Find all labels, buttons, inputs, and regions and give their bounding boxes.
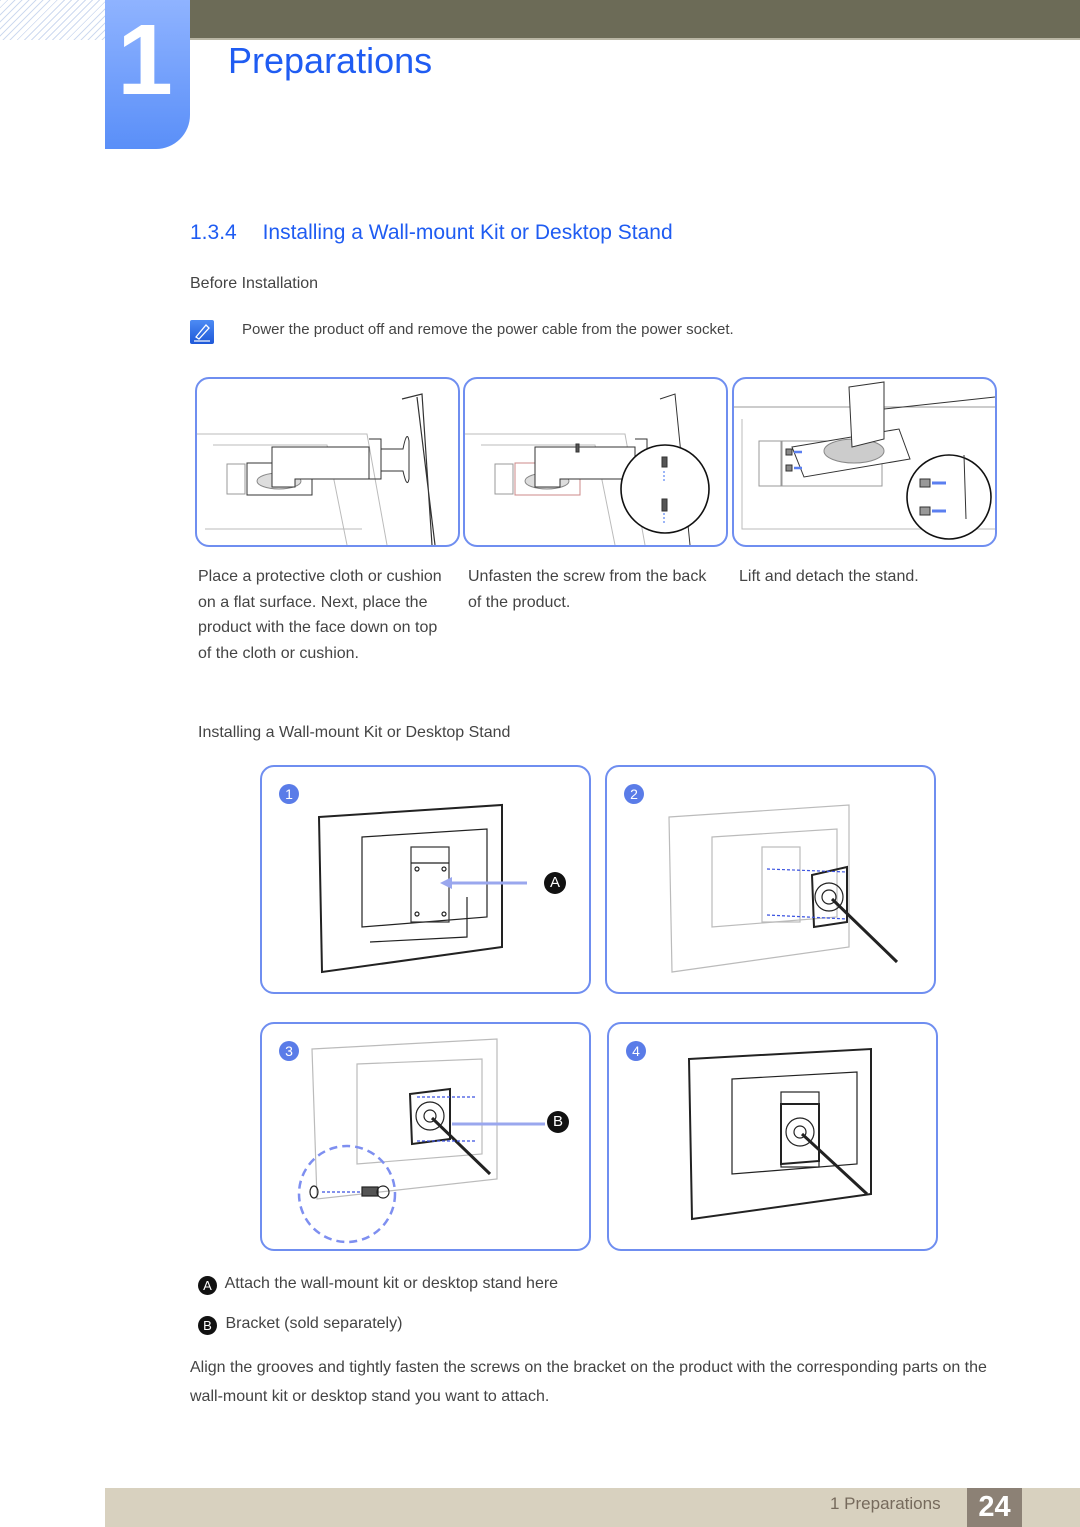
instruction-text: Align the grooves and tightly fasten the… xyxy=(190,1359,987,1405)
legend-badge: A xyxy=(198,1276,217,1295)
section-number: 1.3.4 xyxy=(190,221,237,244)
figure-detach-stand xyxy=(732,377,997,547)
legend-item-b: B Bracket (sold separately) xyxy=(198,1315,402,1335)
legend-text: Bracket (sold separately) xyxy=(225,1315,403,1332)
figure-place-on-cloth xyxy=(195,377,460,547)
chapter-number-block: 1 xyxy=(105,0,190,149)
illustration-bracket-attached xyxy=(687,1047,872,1221)
chapter-header-bar xyxy=(190,0,1080,40)
illustration-fasten-screws xyxy=(297,1038,545,1244)
illustration-lift-stand xyxy=(734,381,995,540)
step-caption-1: Place a protective cloth or cushion on a… xyxy=(198,568,442,662)
illustration-attach-bracket xyxy=(668,804,899,973)
figure-step-2: 2 xyxy=(605,765,936,994)
illustration-remove-screw xyxy=(465,393,710,545)
illustration-monitor-face-down xyxy=(197,393,436,545)
note-text: Power the product off and remove the pow… xyxy=(242,321,734,338)
illustration-monitor-back xyxy=(317,803,527,974)
chapter-title: Preparations xyxy=(228,40,433,81)
footer-chapter-label: 1 Preparations xyxy=(830,1494,941,1513)
figure-unfasten-screw xyxy=(463,377,728,547)
before-installation-heading: Before Installation xyxy=(190,275,319,292)
figure-step-4: 4 xyxy=(607,1022,938,1251)
section-title-text: Installing a Wall-mount Kit or Desktop S… xyxy=(262,221,673,244)
page-number: 24 xyxy=(967,1488,1022,1527)
callout-badge: A xyxy=(544,872,566,894)
step-caption-3: Lift and detach the stand. xyxy=(739,568,919,585)
decorative-hatch xyxy=(0,0,105,40)
figure-step-3: 3 B xyxy=(260,1022,591,1251)
section-title: 1.3.4 Installing a Wall-mount Kit or Des… xyxy=(190,221,673,245)
legend-item-a: A Attach the wall-mount kit or desktop s… xyxy=(198,1275,558,1295)
legend-text: Attach the wall-mount kit or desktop sta… xyxy=(224,1275,559,1292)
figure-step-1: 1 A xyxy=(260,765,591,994)
note-pencil-icon xyxy=(190,320,214,344)
step-caption-2: Unfasten the screw from the back of the … xyxy=(468,568,707,611)
chapter-number: 1 xyxy=(117,4,173,116)
callout-badge: B xyxy=(547,1111,569,1133)
install-heading: Installing a Wall-mount Kit or Desktop S… xyxy=(198,724,511,741)
legend-badge: B xyxy=(198,1316,217,1335)
